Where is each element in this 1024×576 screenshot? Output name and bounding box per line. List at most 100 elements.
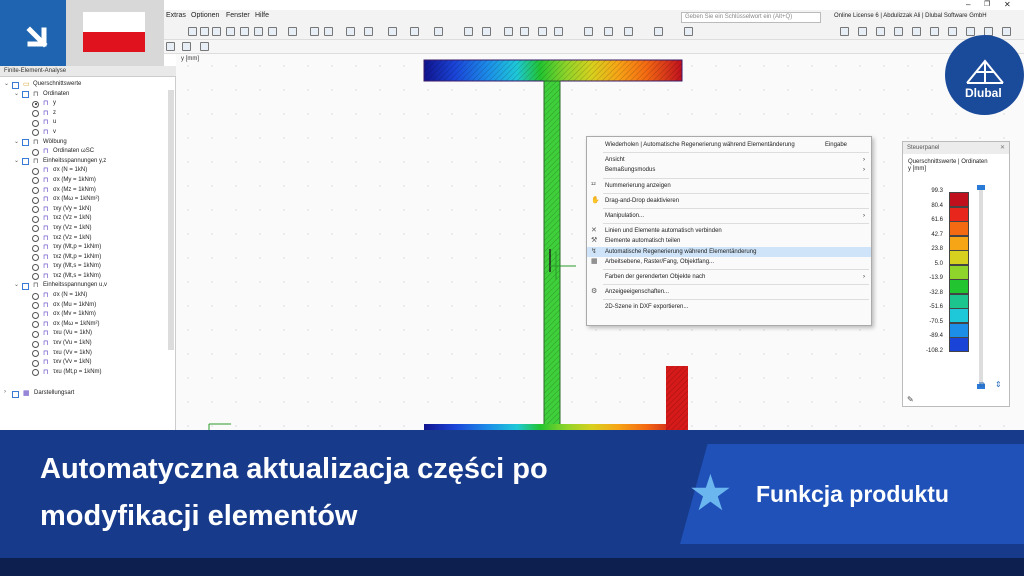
expand-arrow-icon[interactable]: ⌄ bbox=[14, 281, 19, 291]
tree-row[interactable]: ⊓ τxu (Vv = 1kN) bbox=[0, 349, 176, 359]
toolbar-button[interactable] bbox=[464, 27, 473, 36]
toolbar-button[interactable] bbox=[504, 27, 513, 36]
radio-button[interactable] bbox=[32, 254, 39, 262]
tree-row[interactable]: ⊓ τxy (Mt,s = 1kNm) bbox=[0, 262, 176, 272]
panel-tool-icon[interactable]: ✎ bbox=[907, 395, 914, 404]
toolbar-button[interactable] bbox=[346, 27, 355, 36]
expand-arrow-icon[interactable]: ⌄ bbox=[14, 90, 19, 100]
radio-button[interactable] bbox=[32, 215, 39, 223]
context-menu-item[interactable]: ▦ Arbeitsebene, Raster/Fang, Objektfang..… bbox=[587, 257, 871, 267]
tree-row[interactable]: ⊓ τxy (Mt,p = 1kNm) bbox=[0, 243, 176, 253]
radio-button[interactable] bbox=[32, 129, 39, 137]
toolbar-button[interactable] bbox=[434, 27, 443, 36]
toolbar-button[interactable] bbox=[268, 27, 277, 36]
radio-button[interactable] bbox=[32, 321, 39, 329]
tree-row[interactable]: ⊓ Ordinaten ωSC bbox=[0, 147, 176, 157]
tree-row[interactable]: ⊓ z bbox=[0, 109, 176, 119]
context-menu-item[interactable]: ✕ Linien und Elemente automatisch verbind… bbox=[587, 226, 871, 236]
radio-button[interactable] bbox=[32, 167, 39, 175]
tree-row[interactable]: ⊓ τxy (Vz = 1kN) bbox=[0, 224, 176, 234]
context-menu-item[interactable]: Farben der gerenderten Objekte nach › bbox=[587, 272, 871, 282]
tree-row[interactable]: ⊓ σx (N = 1kN) bbox=[0, 166, 176, 176]
toolbar-button[interactable] bbox=[188, 27, 197, 36]
radio-button[interactable] bbox=[32, 148, 39, 156]
expand-arrow-icon[interactable]: ⌄ bbox=[4, 80, 9, 90]
toolbar-button[interactable] bbox=[894, 27, 903, 36]
tree-row[interactable]: ⊓ τxz (Vz = 1kN) bbox=[0, 234, 176, 244]
menu-extras[interactable]: Extras bbox=[166, 12, 186, 19]
tree-row[interactable]: ⊓ τxu (Mt,p = 1kNm) bbox=[0, 368, 176, 378]
tree-row[interactable]: ⌄ ▭ Querschnittswerte bbox=[0, 80, 176, 90]
tree-row[interactable]: ⊓ σx (Mω = 1kNm²) bbox=[0, 195, 176, 205]
toolbar-button[interactable] bbox=[310, 27, 319, 36]
panel-scrollbar[interactable] bbox=[168, 90, 174, 350]
slider-handle-top[interactable] bbox=[977, 185, 985, 190]
toolbar-button[interactable] bbox=[200, 42, 209, 51]
minimize-icon[interactable]: – bbox=[966, 0, 970, 9]
toolbar-button[interactable] bbox=[254, 27, 263, 36]
tree-item-darstellungsart[interactable]: › ▦ Darstellungsart bbox=[0, 389, 168, 399]
toolbar-button[interactable] bbox=[840, 27, 849, 36]
radio-button[interactable] bbox=[32, 244, 39, 252]
toolbar-button[interactable] bbox=[624, 27, 633, 36]
tree-row[interactable]: ⊓ σx (Mv = 1kNm) bbox=[0, 310, 176, 320]
context-menu-item[interactable]: ↯ Automatische Regenerierung während Elem… bbox=[587, 246, 871, 257]
radio-button[interactable] bbox=[32, 369, 39, 377]
radio-button[interactable] bbox=[32, 302, 39, 310]
tree-row[interactable]: ⊓ v bbox=[0, 128, 176, 138]
toolbar-button[interactable] bbox=[684, 27, 693, 36]
toolbar-button[interactable] bbox=[654, 27, 663, 36]
tree-row[interactable]: ⊓ y bbox=[0, 99, 176, 109]
legend-slider[interactable] bbox=[977, 185, 985, 389]
radio-button[interactable] bbox=[32, 273, 39, 281]
toolbar-button[interactable] bbox=[166, 42, 175, 51]
toolbar-button[interactable] bbox=[912, 27, 921, 36]
checkbox[interactable] bbox=[12, 390, 19, 398]
radio-button[interactable] bbox=[32, 292, 39, 300]
tree-row[interactable]: ⌄ ⊓ Wölbung bbox=[0, 138, 176, 148]
tree-row[interactable]: ⊓ σx (N = 1kN) bbox=[0, 291, 176, 301]
context-menu-item[interactable]: ⚙ Anzeigeeigenschaften... bbox=[587, 287, 871, 297]
menu-optionen[interactable]: Optionen bbox=[191, 12, 219, 19]
tree-row[interactable]: ⊓ σx (Mω = 1kNm²) bbox=[0, 320, 176, 330]
radio-button[interactable] bbox=[32, 359, 39, 367]
radio-button[interactable] bbox=[32, 206, 39, 214]
tree-row[interactable]: ⊓ τxz (Mt,s = 1kNm) bbox=[0, 272, 176, 282]
context-menu-item[interactable]: Ansicht › bbox=[587, 155, 871, 165]
radio-button[interactable] bbox=[32, 225, 39, 233]
menu-hilfe[interactable]: Hilfe bbox=[255, 12, 269, 19]
tree-row[interactable]: ⊓ u bbox=[0, 118, 176, 128]
toolbar-button[interactable] bbox=[410, 27, 419, 36]
toolbar-button[interactable] bbox=[226, 27, 235, 36]
checkbox[interactable] bbox=[22, 158, 29, 166]
toolbar-button[interactable] bbox=[584, 27, 593, 36]
tree-row[interactable]: ⊓ τxv (Vu = 1kN) bbox=[0, 339, 176, 349]
toolbar-button[interactable] bbox=[324, 27, 333, 36]
tree-row[interactable]: ⊓ τxu (Vu = 1kN) bbox=[0, 329, 176, 339]
tree-row[interactable]: ⌄ ⊓ Ordinaten bbox=[0, 90, 176, 100]
toolbar-button[interactable] bbox=[482, 27, 491, 36]
panel-close-icon[interactable]: ✕ bbox=[1000, 144, 1005, 151]
toolbar-button[interactable] bbox=[200, 27, 209, 36]
tree-row[interactable]: ⊓ σx (Mz = 1kNm) bbox=[0, 186, 176, 196]
radio-button[interactable] bbox=[32, 350, 39, 358]
legend-scale-icon[interactable]: ⇕ bbox=[995, 380, 1002, 389]
toolbar-button[interactable] bbox=[554, 27, 563, 36]
tree-row[interactable]: ⊓ τxz (Mt,p = 1kNm) bbox=[0, 253, 176, 263]
context-menu-item[interactable]: 2D-Szene in DXF exportieren... bbox=[587, 302, 871, 312]
tree-row[interactable]: ⊓ τxz (Vz = 1kN) bbox=[0, 214, 176, 224]
window-controls[interactable]: – ❐ ✕ bbox=[940, 0, 1024, 10]
expand-arrow-icon[interactable]: › bbox=[4, 389, 6, 395]
search-input[interactable]: Geben Sie ein Schlüsselwort ein (Alt+Q) bbox=[681, 12, 821, 23]
radio-button[interactable] bbox=[32, 311, 39, 319]
checkbox[interactable] bbox=[22, 91, 29, 99]
expand-arrow-icon[interactable]: ⌄ bbox=[14, 157, 19, 167]
toolbar-button[interactable] bbox=[364, 27, 373, 36]
radio-button[interactable] bbox=[32, 177, 39, 185]
toolbar-button[interactable] bbox=[520, 27, 529, 36]
legend-settings-icon[interactable]: ⧉ bbox=[979, 380, 985, 390]
menu-fenster[interactable]: Fenster bbox=[226, 12, 250, 19]
radio-button[interactable] bbox=[32, 110, 39, 118]
radio-button[interactable] bbox=[32, 100, 39, 108]
toolbar-button[interactable] bbox=[876, 27, 885, 36]
